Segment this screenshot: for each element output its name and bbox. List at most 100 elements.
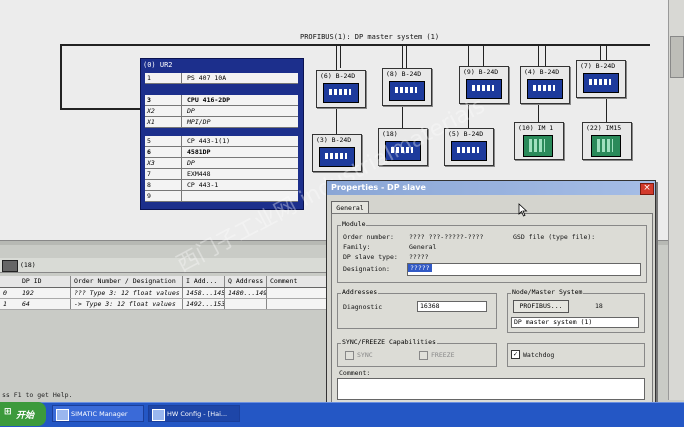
profibus-title: PROFIBUS(1): DP master system (1) bbox=[300, 33, 440, 41]
rack-row[interactable]: 5 CP 443-1(1) bbox=[145, 136, 298, 147]
dp-slave[interactable]: (7) B-24D bbox=[576, 60, 626, 98]
rack-slot: X3 bbox=[147, 159, 155, 167]
sync-freeze-group-title: SYNC/FREEZE Capabilities bbox=[341, 338, 437, 346]
col-header[interactable]: DP ID bbox=[22, 277, 42, 285]
slave-type-value: ????? bbox=[409, 253, 429, 261]
freeze-checkbox[interactable] bbox=[419, 351, 428, 360]
rack-row[interactable]: X3 DP bbox=[145, 158, 298, 169]
col-header[interactable]: Q Address bbox=[228, 277, 263, 285]
cell-dp-id: 64 bbox=[22, 300, 30, 308]
dp-slave[interactable]: (6) B-24D bbox=[316, 70, 366, 108]
cell-q-address: 1480...1495 bbox=[228, 289, 266, 297]
rack-module: MPI/DP bbox=[187, 118, 211, 126]
device-icon bbox=[527, 79, 563, 99]
task-label: SIMATIC Manager bbox=[71, 410, 128, 418]
addresses-group-title: Addresses bbox=[341, 288, 379, 296]
profibus-line[interactable] bbox=[60, 44, 650, 46]
designation-input[interactable]: ????? bbox=[407, 263, 641, 276]
master-system-field: DP master system (1) bbox=[511, 317, 639, 328]
cell-dp-id: 192 bbox=[22, 289, 34, 297]
watchdog-checkbox[interactable]: ✓ bbox=[511, 350, 520, 359]
rack-module: DP bbox=[187, 159, 195, 167]
rack-row[interactable]: 6 4581DP bbox=[145, 147, 298, 158]
family-value: General bbox=[409, 243, 437, 251]
rack-row[interactable]: 7 EXM448 bbox=[145, 169, 298, 180]
slave-label: (9) B-24D bbox=[463, 68, 499, 76]
rack-slot: 3 bbox=[147, 96, 151, 104]
module-group-title: Module bbox=[341, 220, 367, 228]
table-row[interactable]: 0 192 ??? Type 3: 12 float values 1458..… bbox=[0, 288, 330, 299]
im-module-icon bbox=[523, 135, 553, 157]
start-button[interactable]: ⊞ 开始 bbox=[0, 402, 46, 426]
slave-label: (8) B-24D bbox=[386, 70, 422, 78]
watchdog-label: Watchdog bbox=[523, 351, 555, 359]
rack-module: CPU 416-2DP bbox=[187, 96, 231, 104]
rack-ur2[interactable]: (0) UR2 1 PS 407 10A 3 CPU 416-2DP X2 DP X1… bbox=[140, 58, 304, 210]
col-header[interactable]: Order Number / Designation bbox=[74, 277, 176, 285]
bus-drop bbox=[483, 46, 484, 66]
order-number-value: ???? ???-?????-???? bbox=[409, 233, 484, 241]
table-header: DP ID Order Number / Designation I Add..… bbox=[0, 276, 330, 288]
back-forward-button[interactable] bbox=[2, 260, 18, 272]
profibus-button[interactable]: PROFIBUS... bbox=[513, 300, 569, 313]
rack-title: (0) UR2 bbox=[143, 61, 173, 69]
task-hw-config[interactable]: HW Config - [Hai... bbox=[148, 405, 240, 422]
cell-i-address: 1492...153 bbox=[186, 300, 224, 308]
designation-label: Designation: bbox=[343, 265, 390, 273]
rack-row[interactable]: 8 CP 443-1 bbox=[145, 180, 298, 191]
col-header[interactable]: Comment bbox=[270, 277, 297, 285]
node-master-group-title: Node/Master System bbox=[511, 288, 584, 296]
slave-type-label: DP slave type: bbox=[343, 253, 398, 261]
rack-module: 4581DP bbox=[187, 148, 211, 156]
comment-textarea[interactable] bbox=[337, 378, 645, 400]
bus-drop bbox=[600, 46, 601, 60]
col-header[interactable]: I Add... bbox=[186, 277, 217, 285]
designation-selected-text: ????? bbox=[408, 264, 432, 272]
dp-slave[interactable]: (22) IM15 bbox=[582, 122, 632, 160]
rack-row[interactable]: 1 PS 407 10A bbox=[145, 73, 298, 84]
node-address-value: 18 bbox=[595, 302, 603, 310]
comment-label: Comment: bbox=[339, 369, 371, 377]
rack-slot: X2 bbox=[147, 107, 155, 115]
task-simatic-manager[interactable]: SIMATIC Manager bbox=[52, 405, 144, 422]
dp-slave[interactable]: (4) B-24D bbox=[520, 66, 570, 104]
gsd-file-label: GSD file (type file): bbox=[513, 233, 596, 241]
device-icon bbox=[583, 73, 619, 93]
sync-checkbox[interactable] bbox=[345, 351, 354, 360]
bus-drop bbox=[545, 46, 546, 66]
table-row[interactable]: 1 64 -> Type 3: 12 float values 1492...1… bbox=[0, 299, 330, 310]
rack-row[interactable]: X2 DP bbox=[145, 106, 298, 117]
status-bar-help: ss F1 to get Help. bbox=[2, 391, 73, 399]
family-label: Family: bbox=[343, 243, 371, 251]
rack-row[interactable]: 3 CPU 416-2DP bbox=[145, 95, 298, 106]
scroll-thumb[interactable] bbox=[670, 36, 684, 78]
sync-label: SYNC bbox=[357, 351, 373, 359]
device-icon bbox=[323, 83, 359, 103]
cell-slot: 0 bbox=[3, 289, 7, 297]
bus-drop bbox=[340, 46, 341, 68]
slave-label: (4) B-24D bbox=[524, 68, 560, 76]
dp-slave[interactable]: (8) B-24D bbox=[382, 68, 432, 106]
rack-slot: X1 bbox=[147, 118, 155, 126]
rack-slot: 7 bbox=[147, 170, 151, 178]
windows-logo-icon: ⊞ bbox=[4, 407, 12, 417]
device-icon bbox=[451, 141, 487, 161]
slave-label: (10) IM 1 bbox=[518, 124, 554, 132]
device-icon bbox=[389, 81, 425, 101]
task-label: HW Config - [Hai... bbox=[167, 410, 228, 418]
cell-i-address: 1458...145 bbox=[186, 289, 224, 297]
app-icon bbox=[56, 409, 69, 421]
bus-drop bbox=[406, 46, 407, 68]
diagnostic-address-field[interactable]: 16368 bbox=[417, 301, 487, 312]
rack-row[interactable]: X1 MPI/DP bbox=[145, 117, 298, 128]
profibus-line-to-rack bbox=[60, 108, 142, 110]
rack-slot: 6 bbox=[147, 148, 151, 156]
rack-module: CP 443-1(1) bbox=[187, 137, 231, 145]
slave-label: (7) B-24D bbox=[580, 62, 616, 70]
profibus-line-left bbox=[60, 44, 62, 109]
dp-slave[interactable]: (10) IM 1 bbox=[514, 122, 564, 160]
rack-module: PS 407 10A bbox=[187, 74, 227, 82]
rack-module: DP bbox=[187, 107, 195, 115]
dialog-title: Properties - DP slave bbox=[331, 183, 426, 192]
close-icon[interactable]: × bbox=[640, 183, 654, 195]
